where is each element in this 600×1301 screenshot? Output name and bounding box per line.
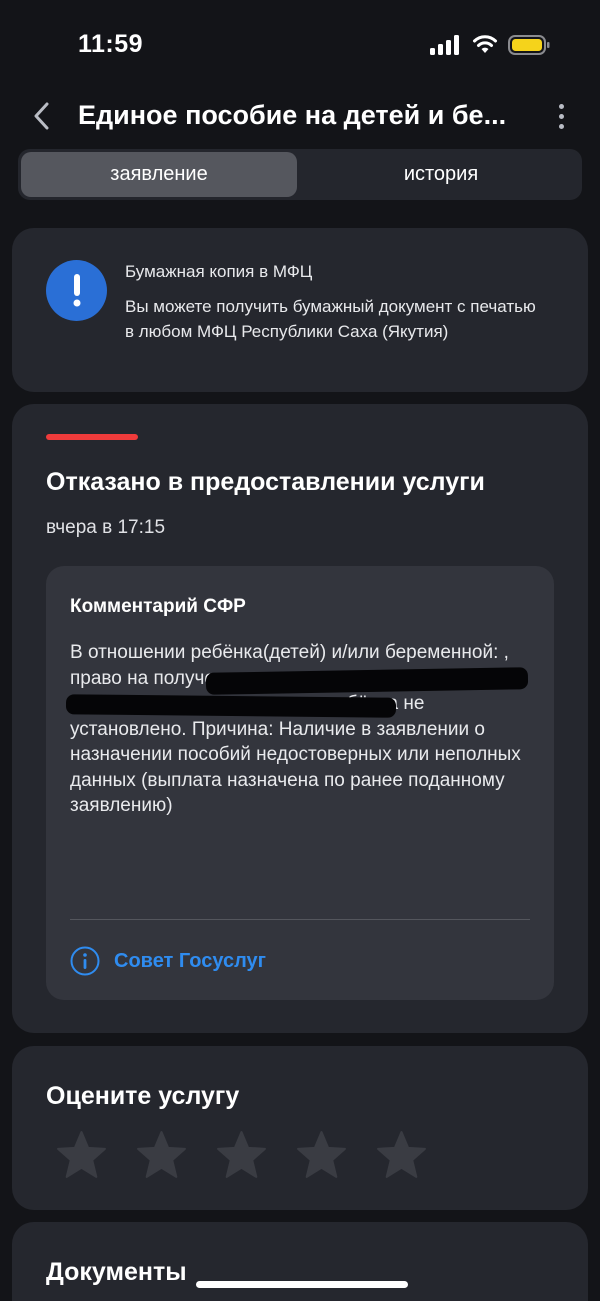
exclamation-icon	[46, 260, 107, 321]
tab-history[interactable]: история	[303, 152, 579, 197]
status-date: вчера в 17:15	[46, 517, 166, 538]
back-button[interactable]	[26, 98, 56, 134]
application-status-card: Отказано в предоставлении услуги вчера в…	[12, 404, 588, 1033]
cellular-signal-icon	[430, 35, 459, 55]
redaction-mark	[65, 694, 397, 718]
more-dot-icon	[558, 113, 564, 119]
info-text: Вы можете получить бумажный документ с п…	[125, 297, 536, 341]
chevron-left-icon	[34, 102, 49, 130]
divider	[70, 919, 530, 920]
home-indicator	[196, 1281, 408, 1288]
star-icon[interactable]	[296, 1130, 347, 1181]
status-title: Отказано в предоставлении услуги	[46, 468, 485, 496]
info-title: Бумажная копия в МФЦ	[125, 262, 313, 281]
star-icon[interactable]	[136, 1130, 187, 1181]
comment-title: Комментарий СФР	[70, 596, 246, 617]
status-time: 11:59	[78, 30, 144, 58]
paper-copy-info-card: Бумажная копия в МФЦ Вы можете получить …	[12, 228, 588, 392]
navigation-bar: Единое пособие на детей и бе...	[0, 92, 600, 140]
tab-application[interactable]: заявление	[21, 152, 297, 197]
rate-title: Оцените услугу	[46, 1082, 240, 1110]
page-title: Единое пособие на детей и бе...	[78, 100, 507, 130]
more-dot-icon	[558, 103, 564, 109]
more-dot-icon	[558, 123, 564, 129]
status-indicator-line	[46, 434, 138, 440]
info-circle-icon[interactable]	[70, 946, 100, 976]
documents-card[interactable]: Документы	[12, 1222, 588, 1301]
rating-stars	[56, 1130, 427, 1181]
wifi-icon	[473, 35, 497, 53]
battery-icon	[508, 35, 550, 55]
rate-service-card: Оцените услугу	[12, 1046, 588, 1210]
more-options-button[interactable]	[550, 98, 572, 134]
documents-title: Документы	[46, 1258, 187, 1286]
gosuslugi-advice-link[interactable]: Совет Госуслуг	[114, 950, 266, 973]
star-icon[interactable]	[56, 1130, 107, 1181]
segmented-tabs: заявление история	[18, 149, 582, 200]
sfr-comment-box: Комментарий СФР В отношении ребёнка(дете…	[46, 566, 554, 1000]
star-icon[interactable]	[376, 1130, 427, 1181]
comment-text: В отношении ребёнка(детей) и/или беремен…	[70, 642, 525, 816]
status-bar: 11:59	[0, 0, 600, 90]
star-icon[interactable]	[216, 1130, 267, 1181]
